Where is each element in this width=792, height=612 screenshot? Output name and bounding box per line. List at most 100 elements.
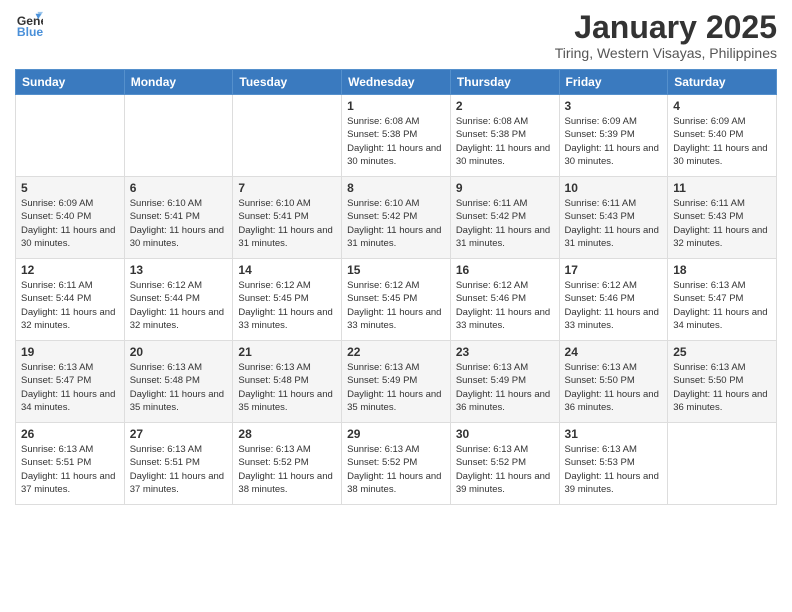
weekday-header-tuesday: Tuesday xyxy=(233,70,342,95)
day-number: 17 xyxy=(565,263,663,277)
calendar-cell: 17 Sunrise: 6:12 AMSunset: 5:46 PMDayligh… xyxy=(559,259,668,341)
day-info: Sunrise: 6:11 AMSunset: 5:44 PMDaylight:… xyxy=(21,279,119,332)
day-number: 13 xyxy=(130,263,228,277)
week-row-5: 26 Sunrise: 6:13 AMSunset: 5:51 PMDayligh… xyxy=(16,423,777,505)
calendar-cell: 4 Sunrise: 6:09 AMSunset: 5:40 PMDaylight… xyxy=(668,95,777,177)
location-title: Tiring, Western Visayas, Philippines xyxy=(555,45,777,61)
calendar-cell: 24Sunrise: 6:13 AMSunset: 5:50 PMDayligh… xyxy=(559,341,668,423)
day-info: Sunrise: 6:13 AMSunset: 5:51 PMDaylight:… xyxy=(21,443,119,496)
day-info: Sunrise: 6:12 AMSunset: 5:45 PMDaylight:… xyxy=(347,279,445,332)
day-number: 28 xyxy=(238,427,336,441)
day-number: 25 xyxy=(673,345,771,359)
day-number: 31 xyxy=(565,427,663,441)
day-number: 18 xyxy=(673,263,771,277)
day-number: 16 xyxy=(456,263,554,277)
day-info: Sunrise: 6:13 AMSunset: 5:49 PMDaylight:… xyxy=(347,361,445,414)
day-number: 22 xyxy=(347,345,445,359)
day-number: 5 xyxy=(21,181,119,195)
calendar-cell: 1 Sunrise: 6:08 AMSunset: 5:38 PMDaylight… xyxy=(342,95,451,177)
day-info: Sunrise: 6:13 AMSunset: 5:48 PMDaylight:… xyxy=(238,361,336,414)
day-info: Sunrise: 6:08 AMSunset: 5:38 PMDaylight:… xyxy=(456,115,554,168)
day-info: Sunrise: 6:11 AMSunset: 5:43 PMDaylight:… xyxy=(673,197,771,250)
calendar-cell: 6 Sunrise: 6:10 AMSunset: 5:41 PMDaylight… xyxy=(124,177,233,259)
calendar-cell xyxy=(668,423,777,505)
calendar-cell xyxy=(233,95,342,177)
calendar-cell: 5Sunrise: 6:09 AMSunset: 5:40 PMDaylight… xyxy=(16,177,125,259)
calendar-cell: 30Sunrise: 6:13 AMSunset: 5:52 PMDayligh… xyxy=(450,423,559,505)
calendar-cell: 8 Sunrise: 6:10 AMSunset: 5:42 PMDaylight… xyxy=(342,177,451,259)
calendar-cell: 15 Sunrise: 6:12 AMSunset: 5:45 PMDayligh… xyxy=(342,259,451,341)
day-number: 15 xyxy=(347,263,445,277)
calendar-table: SundayMondayTuesdayWednesdayThursdayFrid… xyxy=(15,69,777,505)
weekday-header-friday: Friday xyxy=(559,70,668,95)
day-info: Sunrise: 6:13 AMSunset: 5:50 PMDaylight:… xyxy=(673,361,771,414)
calendar-cell: 3 Sunrise: 6:09 AMSunset: 5:39 PMDaylight… xyxy=(559,95,668,177)
day-info: Sunrise: 6:13 AMSunset: 5:51 PMDaylight:… xyxy=(130,443,228,496)
day-info: Sunrise: 6:12 AMSunset: 5:45 PMDaylight:… xyxy=(238,279,336,332)
weekday-header-row: SundayMondayTuesdayWednesdayThursdayFrid… xyxy=(16,70,777,95)
calendar-cell: 12 Sunrise: 6:11 AMSunset: 5:44 PMDayligh… xyxy=(16,259,125,341)
day-number: 14 xyxy=(238,263,336,277)
day-info: Sunrise: 6:09 AMSunset: 5:39 PMDaylight:… xyxy=(565,115,663,168)
calendar-cell xyxy=(124,95,233,177)
calendar-cell: 21 Sunrise: 6:13 AMSunset: 5:48 PMDayligh… xyxy=(233,341,342,423)
day-number: 20 xyxy=(130,345,228,359)
day-info: Sunrise: 6:12 AMSunset: 5:46 PMDaylight:… xyxy=(565,279,663,332)
day-info: Sunrise: 6:13 AMSunset: 5:47 PMDaylight:… xyxy=(673,279,771,332)
week-row-2: 5Sunrise: 6:09 AMSunset: 5:40 PMDaylight… xyxy=(16,177,777,259)
day-number: 23 xyxy=(456,345,554,359)
calendar-cell: 10 Sunrise: 6:11 AMSunset: 5:43 PMDayligh… xyxy=(559,177,668,259)
day-number: 1 xyxy=(347,99,445,113)
day-info: Sunrise: 6:13 AMSunset: 5:47 PMDaylight:… xyxy=(21,361,119,414)
weekday-header-monday: Monday xyxy=(124,70,233,95)
logo: General Blue xyxy=(15,10,43,38)
calendar-cell: 22 Sunrise: 6:13 AMSunset: 5:49 PMDayligh… xyxy=(342,341,451,423)
calendar-cell: 11Sunrise: 6:11 AMSunset: 5:43 PMDayligh… xyxy=(668,177,777,259)
day-number: 27 xyxy=(130,427,228,441)
month-title: January 2025 xyxy=(555,10,777,45)
weekday-header-wednesday: Wednesday xyxy=(342,70,451,95)
page: General Blue January 2025 Tiring, Wester… xyxy=(0,0,792,612)
week-row-4: 19 Sunrise: 6:13 AMSunset: 5:47 PMDayligh… xyxy=(16,341,777,423)
day-info: Sunrise: 6:10 AMSunset: 5:41 PMDaylight:… xyxy=(238,197,336,250)
day-number: 4 xyxy=(673,99,771,113)
svg-text:Blue: Blue xyxy=(17,25,43,38)
calendar-cell: 16 Sunrise: 6:12 AMSunset: 5:46 PMDayligh… xyxy=(450,259,559,341)
calendar-cell: 14 Sunrise: 6:12 AMSunset: 5:45 PMDayligh… xyxy=(233,259,342,341)
day-info: Sunrise: 6:09 AMSunset: 5:40 PMDaylight:… xyxy=(673,115,771,168)
day-info: Sunrise: 6:12 AMSunset: 5:46 PMDaylight:… xyxy=(456,279,554,332)
day-number: 12 xyxy=(21,263,119,277)
calendar-cell: 28 Sunrise: 6:13 AMSunset: 5:52 PMDayligh… xyxy=(233,423,342,505)
day-info: Sunrise: 6:11 AMSunset: 5:43 PMDaylight:… xyxy=(565,197,663,250)
weekday-header-thursday: Thursday xyxy=(450,70,559,95)
day-info: Sunrise: 6:13 AMSunset: 5:52 PMDaylight:… xyxy=(347,443,445,496)
day-number: 26 xyxy=(21,427,119,441)
calendar-cell xyxy=(16,95,125,177)
calendar-cell: 27 Sunrise: 6:13 AMSunset: 5:51 PMDayligh… xyxy=(124,423,233,505)
header: General Blue January 2025 Tiring, Wester… xyxy=(15,10,777,61)
day-number: 29 xyxy=(347,427,445,441)
calendar-cell: 13Sunrise: 6:12 AMSunset: 5:44 PMDayligh… xyxy=(124,259,233,341)
day-number: 8 xyxy=(347,181,445,195)
day-info: Sunrise: 6:10 AMSunset: 5:41 PMDaylight:… xyxy=(130,197,228,250)
calendar-cell: 9Sunrise: 6:11 AMSunset: 5:42 PMDaylight… xyxy=(450,177,559,259)
logo-icon: General Blue xyxy=(15,10,43,38)
day-info: Sunrise: 6:08 AMSunset: 5:38 PMDaylight:… xyxy=(347,115,445,168)
calendar-cell: 25 Sunrise: 6:13 AMSunset: 5:50 PMDayligh… xyxy=(668,341,777,423)
calendar-cell: 31Sunrise: 6:13 AMSunset: 5:53 PMDayligh… xyxy=(559,423,668,505)
day-info: Sunrise: 6:10 AMSunset: 5:42 PMDaylight:… xyxy=(347,197,445,250)
calendar-cell: 19 Sunrise: 6:13 AMSunset: 5:47 PMDayligh… xyxy=(16,341,125,423)
day-info: Sunrise: 6:13 AMSunset: 5:52 PMDaylight:… xyxy=(238,443,336,496)
day-number: 2 xyxy=(456,99,554,113)
day-number: 10 xyxy=(565,181,663,195)
weekday-header-saturday: Saturday xyxy=(668,70,777,95)
day-number: 21 xyxy=(238,345,336,359)
calendar-cell: 29 Sunrise: 6:13 AMSunset: 5:52 PMDayligh… xyxy=(342,423,451,505)
day-number: 3 xyxy=(565,99,663,113)
week-row-3: 12 Sunrise: 6:11 AMSunset: 5:44 PMDayligh… xyxy=(16,259,777,341)
day-number: 6 xyxy=(130,181,228,195)
day-info: Sunrise: 6:13 AMSunset: 5:50 PMDaylight:… xyxy=(565,361,663,414)
calendar-cell: 18 Sunrise: 6:13 AMSunset: 5:47 PMDayligh… xyxy=(668,259,777,341)
day-number: 19 xyxy=(21,345,119,359)
day-number: 7 xyxy=(238,181,336,195)
